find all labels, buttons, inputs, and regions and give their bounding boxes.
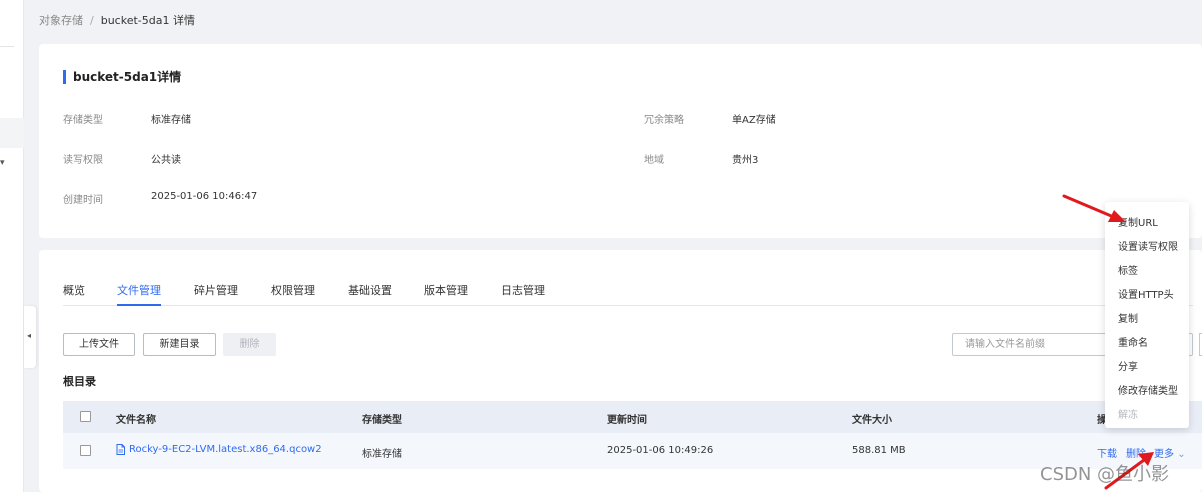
- tab-basic-settings[interactable]: 基础设置: [348, 282, 392, 306]
- chevron-down-icon: ⌄: [1177, 449, 1186, 460]
- header-updated-time: 更新时间: [607, 415, 647, 426]
- collapse-sidebar-button[interactable]: ◂: [24, 306, 36, 368]
- created-value: 2025-01-06 10:46:47: [151, 191, 258, 202]
- nav-divider: [0, 46, 14, 47]
- menu-item-rename[interactable]: 重命名: [1118, 334, 1148, 349]
- cell-file-size: 588.81 MB: [852, 445, 906, 456]
- bucket-detail-card: bucket-5da1详情 存储类型 标准存储 冗余策略 单AZ存储 读写权限 …: [39, 44, 1202, 238]
- root-directory-label: 根目录: [63, 375, 96, 388]
- tab-bar: 概览 文件管理 碎片管理 权限管理 基础设置 版本管理 日志管理: [63, 282, 1193, 306]
- watermark: CSDN @鱼小影: [1040, 464, 1170, 485]
- upload-file-button[interactable]: 上传文件: [63, 333, 135, 356]
- rw-permission-value: 公共读: [151, 155, 181, 166]
- chevron-left-icon: ◂: [27, 331, 32, 340]
- tab-fragment-management[interactable]: 碎片管理: [194, 282, 238, 306]
- menu-item-unfreeze[interactable]: 解冻: [1118, 406, 1138, 421]
- region-label: 地域: [644, 155, 664, 166]
- row-checkbox[interactable]: [80, 445, 91, 456]
- created-label: 创建时间: [63, 195, 103, 206]
- breadcrumb-parent[interactable]: 对象存储: [39, 14, 83, 27]
- delete-button[interactable]: 删除: [223, 333, 276, 356]
- redundancy-label: 冗余策略: [644, 115, 684, 126]
- tab-overview[interactable]: 概览: [63, 282, 85, 306]
- menu-item-copy[interactable]: 复制: [1118, 310, 1138, 325]
- file-management-card: 概览 文件管理 碎片管理 权限管理 基础设置 版本管理 日志管理 上传文件 新建…: [39, 250, 1202, 492]
- region-value: 贵州3: [732, 155, 759, 166]
- select-all-checkbox[interactable]: [80, 411, 91, 422]
- nav-selected-item[interactable]: [0, 118, 24, 148]
- tab-log-management[interactable]: 日志管理: [501, 282, 545, 306]
- header-file-size: 文件大小: [852, 415, 892, 426]
- tab-permission-management[interactable]: 权限管理: [271, 282, 315, 306]
- tab-file-management[interactable]: 文件管理: [117, 282, 161, 306]
- annotation-arrow-icon: [1062, 194, 1126, 222]
- detail-title: bucket-5da1详情: [63, 70, 181, 84]
- table-header: 文件名称 存储类型 更新时间 文件大小 操: [63, 401, 1202, 433]
- menu-item-set-http-header[interactable]: 设置HTTP头: [1118, 286, 1174, 301]
- header-storage-type: 存储类型: [362, 415, 402, 426]
- new-folder-button[interactable]: 新建目录: [143, 333, 216, 356]
- file-icon: [116, 444, 125, 455]
- redundancy-value: 单AZ存储: [732, 115, 776, 126]
- file-name-link[interactable]: Rocky-9-EC2-LVM.latest.x86_64.qcow2: [116, 444, 322, 455]
- breadcrumb: 对象存储 / bucket-5da1 详情: [39, 12, 195, 28]
- file-name-text: Rocky-9-EC2-LVM.latest.x86_64.qcow2: [129, 444, 322, 455]
- table-row: Rocky-9-EC2-LVM.latest.x86_64.qcow2 标准存储…: [63, 433, 1202, 469]
- menu-item-change-storage-type[interactable]: 修改存储类型: [1118, 382, 1178, 397]
- menu-item-tags[interactable]: 标签: [1118, 262, 1138, 277]
- storage-type-value: 标准存储: [151, 115, 191, 126]
- breadcrumb-current: bucket-5da1 详情: [100, 14, 195, 27]
- cell-storage-type: 标准存储: [362, 449, 402, 460]
- rw-permission-label: 读写权限: [63, 155, 103, 166]
- more-dropdown-menu: 复制URL 设置读写权限 标签 设置HTTP头 复制 重命名 分享 修改存储类型…: [1105, 202, 1189, 428]
- side-nav: ▾: [0, 0, 24, 492]
- menu-item-set-rw-permission[interactable]: 设置读写权限: [1118, 238, 1178, 253]
- storage-type-label: 存储类型: [63, 115, 103, 126]
- cell-updated-time: 2025-01-06 10:49:26: [607, 445, 714, 456]
- header-file-name: 文件名称: [116, 415, 156, 426]
- nav-caret-icon[interactable]: ▾: [0, 158, 5, 168]
- menu-item-share[interactable]: 分享: [1118, 358, 1138, 373]
- breadcrumb-separator: /: [90, 14, 94, 27]
- tab-version-management[interactable]: 版本管理: [424, 282, 468, 306]
